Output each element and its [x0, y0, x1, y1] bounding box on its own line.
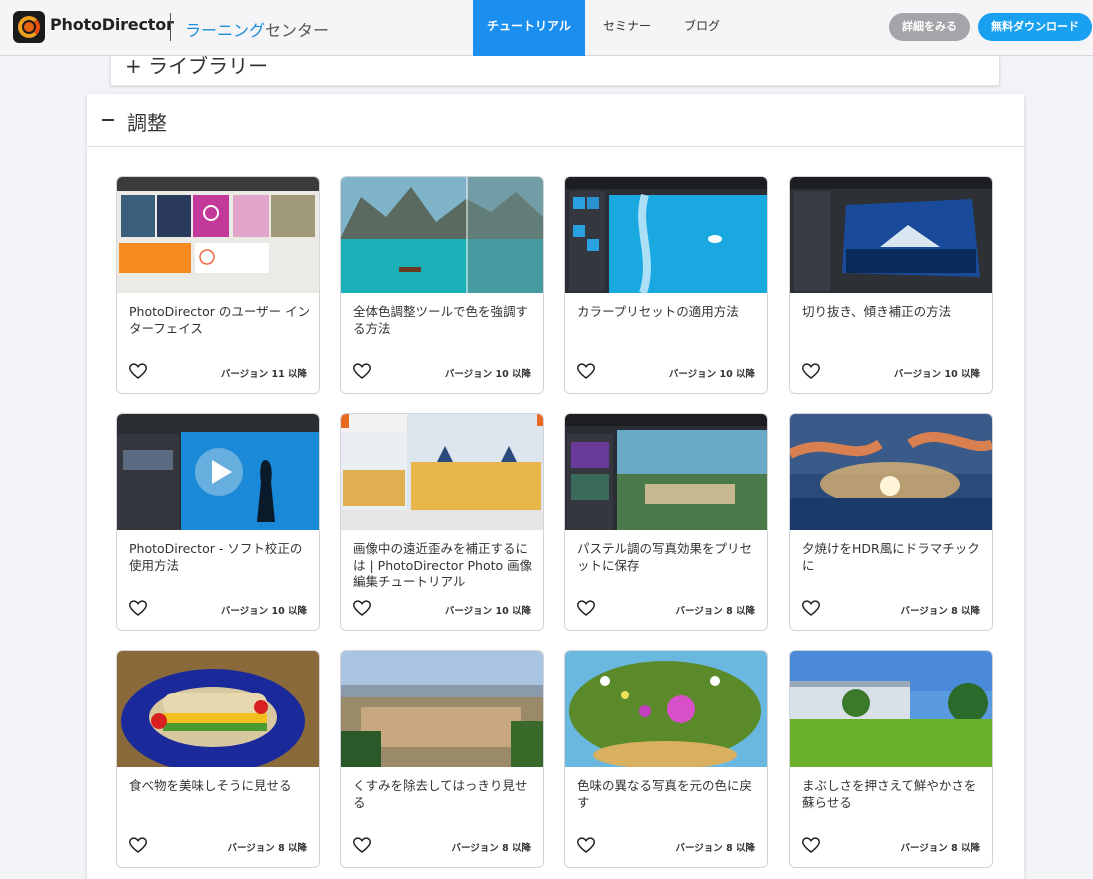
version-label: バージョン 10 以降 [444, 606, 531, 617]
card-title[interactable]: まぶしさを押さえて鮮やかさを蘇らせる [802, 778, 984, 811]
version-label: バージョン 8 以降 [900, 606, 980, 617]
version-label: バージョン 8 以降 [451, 843, 531, 854]
adjust-section-header[interactable]: 調整 [87, 94, 1024, 147]
version-label: バージョン 8 以降 [675, 606, 755, 617]
heart-icon[interactable] [801, 837, 821, 853]
fuji-icon[interactable] [790, 177, 992, 293]
library-section[interactable]: + ライブラリー [110, 56, 1000, 86]
tutorial-card[interactable]: PhotoDirector のユーザー インターフェイス バージョン 11 以降 [116, 176, 320, 394]
adjust-section-title: 調整 [127, 111, 167, 135]
card-title[interactable]: 全体色調整ツールで色を強調する方法 [353, 304, 535, 337]
site-header: PhotoDirector ラーニングセンター チュートリアル セミナー ブログ… [0, 0, 1093, 56]
collapse-icon[interactable] [102, 119, 114, 121]
version-label: バージョン 10 以降 [668, 369, 755, 380]
tab-tutorial[interactable]: チュートリアル [473, 0, 585, 56]
lawn-icon[interactable] [790, 651, 992, 767]
version-label: バージョン 10 以降 [893, 369, 980, 380]
town-icon[interactable] [565, 414, 767, 530]
brand-name[interactable]: PhotoDirector [50, 15, 174, 34]
card-title[interactable]: 画像中の遠近歪みを補正するには | PhotoDirector Photo 画像… [353, 541, 535, 591]
sunset-icon[interactable] [790, 414, 992, 530]
tutorial-card[interactable]: パステル調の写真効果をプリセットに保存 バージョン 8 以降 [564, 413, 768, 631]
version-label: バージョン 8 以降 [675, 843, 755, 854]
learning-title-accent: ラーニング [185, 21, 266, 40]
version-label: バージョン 11 以降 [220, 369, 307, 380]
heart-icon[interactable] [801, 600, 821, 616]
aquarium-icon[interactable] [117, 414, 319, 530]
heart-icon[interactable] [352, 837, 372, 853]
learning-center-title[interactable]: ラーニングセンター [185, 17, 329, 41]
heart-icon[interactable] [576, 837, 596, 853]
tutorial-card[interactable]: 食べ物を美味しそうに見せる バージョン 8 以降 [116, 650, 320, 868]
lake-icon[interactable] [341, 177, 543, 293]
tutorial-card[interactable]: 画像中の遠近歪みを補正するには | PhotoDirector Photo 画像… [340, 413, 544, 631]
card-title[interactable]: 切り抜き、傾き補正の方法 [802, 304, 984, 321]
learning-title-rest: センター [265, 21, 330, 40]
card-title[interactable]: 夕焼けをHDR風にドラマチックに [802, 541, 984, 574]
photodirector-logo-icon[interactable] [13, 11, 45, 43]
tutorial-card[interactable]: 全体色調整ツールで色を強調する方法 バージョン 10 以降 [340, 176, 544, 394]
heart-icon[interactable] [576, 363, 596, 379]
ui-icon[interactable] [117, 177, 319, 293]
castle-icon[interactable] [341, 414, 543, 530]
tutorial-card[interactable]: 切り抜き、傾き補正の方法 バージョン 10 以降 [789, 176, 993, 394]
tab-seminar[interactable]: セミナー [590, 0, 664, 56]
tutorial-card[interactable]: 色味の異なる写真を元の色に戻す バージョン 8 以降 [564, 650, 768, 868]
version-label: バージョン 10 以降 [444, 369, 531, 380]
card-title[interactable]: 食べ物を美味しそうに見せる [129, 778, 311, 795]
version-label: バージョン 8 以降 [227, 843, 307, 854]
library-section-title: + ライブラリー [125, 56, 269, 78]
free-download-button[interactable]: 無料ダウンロード [978, 13, 1092, 41]
tab-blog[interactable]: ブログ [670, 0, 734, 56]
tutorial-card[interactable]: くすみを除去してはっきり見せる バージョン 8 以降 [340, 650, 544, 868]
heart-icon[interactable] [128, 837, 148, 853]
heart-icon[interactable] [801, 363, 821, 379]
heart-icon[interactable] [128, 363, 148, 379]
card-title[interactable]: PhotoDirector - ソフト校正の使用方法 [129, 541, 311, 574]
heart-icon[interactable] [128, 600, 148, 616]
heart-icon[interactable] [352, 363, 372, 379]
card-title[interactable]: くすみを除去してはっきり見せる [353, 778, 535, 811]
card-title[interactable]: PhotoDirector のユーザー インターフェイス [129, 304, 311, 337]
header-divider [170, 13, 171, 41]
sandwich-icon[interactable] [117, 651, 319, 767]
version-label: バージョン 8 以降 [900, 843, 980, 854]
details-button[interactable]: 詳細をみる [889, 13, 970, 41]
tutorial-card[interactable]: まぶしさを押さえて鮮やかさを蘇らせる バージョン 8 以降 [789, 650, 993, 868]
tutorial-card[interactable]: 夕焼けをHDR風にドラマチックに バージョン 8 以降 [789, 413, 993, 631]
heart-icon[interactable] [352, 600, 372, 616]
ocean-icon[interactable] [565, 177, 767, 293]
version-label: バージョン 10 以降 [220, 606, 307, 617]
city-icon[interactable] [341, 651, 543, 767]
card-title[interactable]: カラープリセットの適用方法 [577, 304, 759, 321]
tutorial-card[interactable]: PhotoDirector - ソフト校正の使用方法 バージョン 10 以降 [116, 413, 320, 631]
flowers-icon[interactable] [565, 651, 767, 767]
heart-icon[interactable] [576, 600, 596, 616]
card-title[interactable]: パステル調の写真効果をプリセットに保存 [577, 541, 759, 574]
tutorial-card[interactable]: カラープリセットの適用方法 バージョン 10 以降 [564, 176, 768, 394]
card-title[interactable]: 色味の異なる写真を元の色に戻す [577, 778, 759, 811]
